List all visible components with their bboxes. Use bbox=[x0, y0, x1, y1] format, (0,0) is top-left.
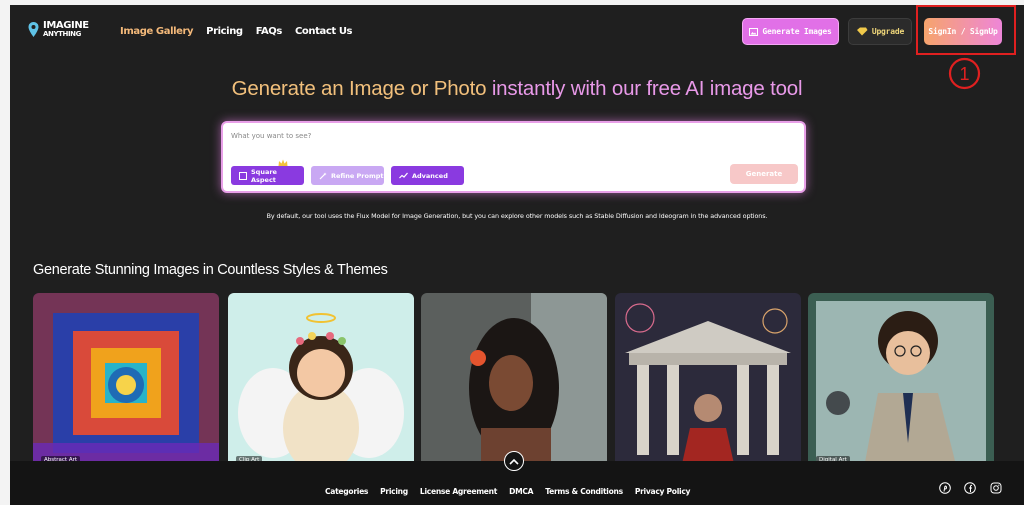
annotation-highlight-box bbox=[916, 5, 1016, 55]
instagram-icon[interactable] bbox=[990, 482, 1002, 494]
generate-button[interactable]: Generate bbox=[730, 164, 798, 184]
hero-title-part1: Generate an Image or Photo bbox=[231, 77, 487, 100]
prompt-box: What you want to see? Square Aspect Refi… bbox=[221, 121, 806, 193]
refine-prompt-label: Refine Prompt bbox=[331, 171, 384, 180]
digital-art-image bbox=[808, 293, 994, 473]
hero-title-part2: instantly with our free AI image tool bbox=[491, 77, 803, 100]
footer-links: Categories Pricing License Agreement DMC… bbox=[325, 487, 690, 496]
magic-wand-icon bbox=[319, 172, 327, 179]
square-aspect-label: Square Aspect bbox=[250, 167, 277, 184]
scroll-to-top-button[interactable] bbox=[504, 451, 524, 471]
trend-icon bbox=[399, 172, 408, 179]
facebook-icon[interactable] bbox=[964, 482, 976, 494]
portrait-image bbox=[421, 293, 607, 473]
footer-link-dmca[interactable]: DMCA bbox=[509, 487, 533, 496]
gallery-section-title: Generate Stunning Images in Countless St… bbox=[33, 262, 388, 278]
hero-title: Generate an Image or Photo instantly wit… bbox=[10, 77, 1024, 101]
gallery-card-temple[interactable] bbox=[615, 293, 801, 473]
footer-link-privacy[interactable]: Privacy Policy bbox=[635, 487, 691, 496]
pinterest-icon[interactable] bbox=[939, 482, 951, 494]
diamond-icon bbox=[856, 27, 868, 36]
logo-line1: IMAGINE bbox=[43, 20, 89, 31]
generate-images-label: Generate Images bbox=[762, 27, 832, 36]
gallery-card-portrait[interactable] bbox=[421, 293, 607, 473]
page: IMAGINE ANYTHING Image Gallery Pricing F… bbox=[10, 5, 1024, 505]
logo[interactable]: IMAGINE ANYTHING bbox=[28, 21, 89, 38]
gallery-card-abstract-art[interactable]: Abstract Art bbox=[33, 293, 219, 473]
prompt-input[interactable]: What you want to see? bbox=[231, 132, 311, 140]
footer-link-terms[interactable]: Terms & Conditions bbox=[545, 487, 623, 496]
footer-link-categories[interactable]: Categories bbox=[325, 487, 368, 496]
nav-contact-us[interactable]: Contact Us bbox=[295, 26, 353, 37]
model-disclaimer: By default, our tool uses the Flux Model… bbox=[266, 212, 768, 220]
square-icon bbox=[239, 171, 247, 180]
chevron-up-icon bbox=[509, 458, 519, 465]
image-icon bbox=[749, 27, 759, 36]
logo-text: IMAGINE ANYTHING bbox=[43, 20, 89, 39]
generate-images-button[interactable]: Generate Images bbox=[742, 18, 839, 45]
footer-link-license[interactable]: License Agreement bbox=[420, 487, 497, 496]
refine-prompt-button[interactable]: Refine Prompt bbox=[311, 166, 384, 185]
abstract-art-image bbox=[33, 293, 219, 473]
footer-link-pricing[interactable]: Pricing bbox=[380, 487, 408, 496]
nav-faqs[interactable]: FAQs bbox=[256, 26, 283, 37]
gallery-card-clip-art[interactable]: Clip Art bbox=[228, 293, 414, 473]
clip-art-image bbox=[228, 293, 414, 473]
nav-image-gallery[interactable]: Image Gallery bbox=[120, 26, 194, 37]
gallery-card-digital-art[interactable]: Digital Art bbox=[808, 293, 994, 473]
square-aspect-button[interactable]: Square Aspect bbox=[231, 166, 304, 185]
upgrade-button[interactable]: Upgrade bbox=[848, 18, 912, 45]
temple-image bbox=[615, 293, 801, 473]
advanced-button[interactable]: Advanced bbox=[391, 166, 464, 185]
upgrade-label: Upgrade bbox=[871, 27, 905, 36]
main-nav: Image Gallery Pricing FAQs Contact Us bbox=[120, 26, 352, 37]
logo-line2: ANYTHING bbox=[43, 30, 81, 38]
advanced-label: Advanced bbox=[412, 171, 448, 180]
nav-pricing[interactable]: Pricing bbox=[206, 26, 243, 37]
logo-pin-icon bbox=[28, 21, 39, 37]
